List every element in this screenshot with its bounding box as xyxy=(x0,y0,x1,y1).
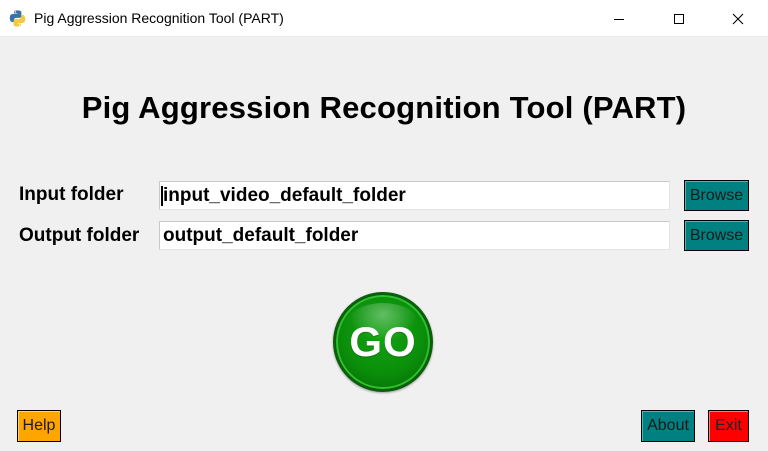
output-folder-field[interactable] xyxy=(159,221,670,250)
help-button[interactable]: Help xyxy=(17,410,61,442)
window-title: Pig Aggression Recognition Tool (PART) xyxy=(34,10,284,26)
app-window: Pig Aggression Recognition Tool (PART) P… xyxy=(0,0,768,451)
input-folder-field[interactable] xyxy=(159,181,670,210)
go-button[interactable]: GO xyxy=(333,292,433,392)
exit-button[interactable]: Exit xyxy=(708,410,749,442)
title-bar[interactable]: Pig Aggression Recognition Tool (PART) xyxy=(0,0,768,37)
python-icon xyxy=(9,10,26,27)
input-folder-label: Input folder xyxy=(19,184,124,205)
page-title: Pig Aggression Recognition Tool (PART) xyxy=(81,90,687,125)
maximize-button[interactable] xyxy=(656,0,702,37)
browse-output-button[interactable]: Browse xyxy=(684,220,749,251)
output-folder-label: Output folder xyxy=(19,225,140,246)
minimize-button[interactable] xyxy=(596,0,642,37)
go-label: GO xyxy=(349,318,417,365)
close-icon xyxy=(732,13,744,24)
browse-input-button[interactable]: Browse xyxy=(684,180,749,211)
minimize-icon xyxy=(614,18,624,20)
maximize-icon xyxy=(674,13,684,24)
text-caret xyxy=(161,186,163,206)
about-button[interactable]: About xyxy=(641,410,695,442)
close-button[interactable] xyxy=(715,0,761,37)
